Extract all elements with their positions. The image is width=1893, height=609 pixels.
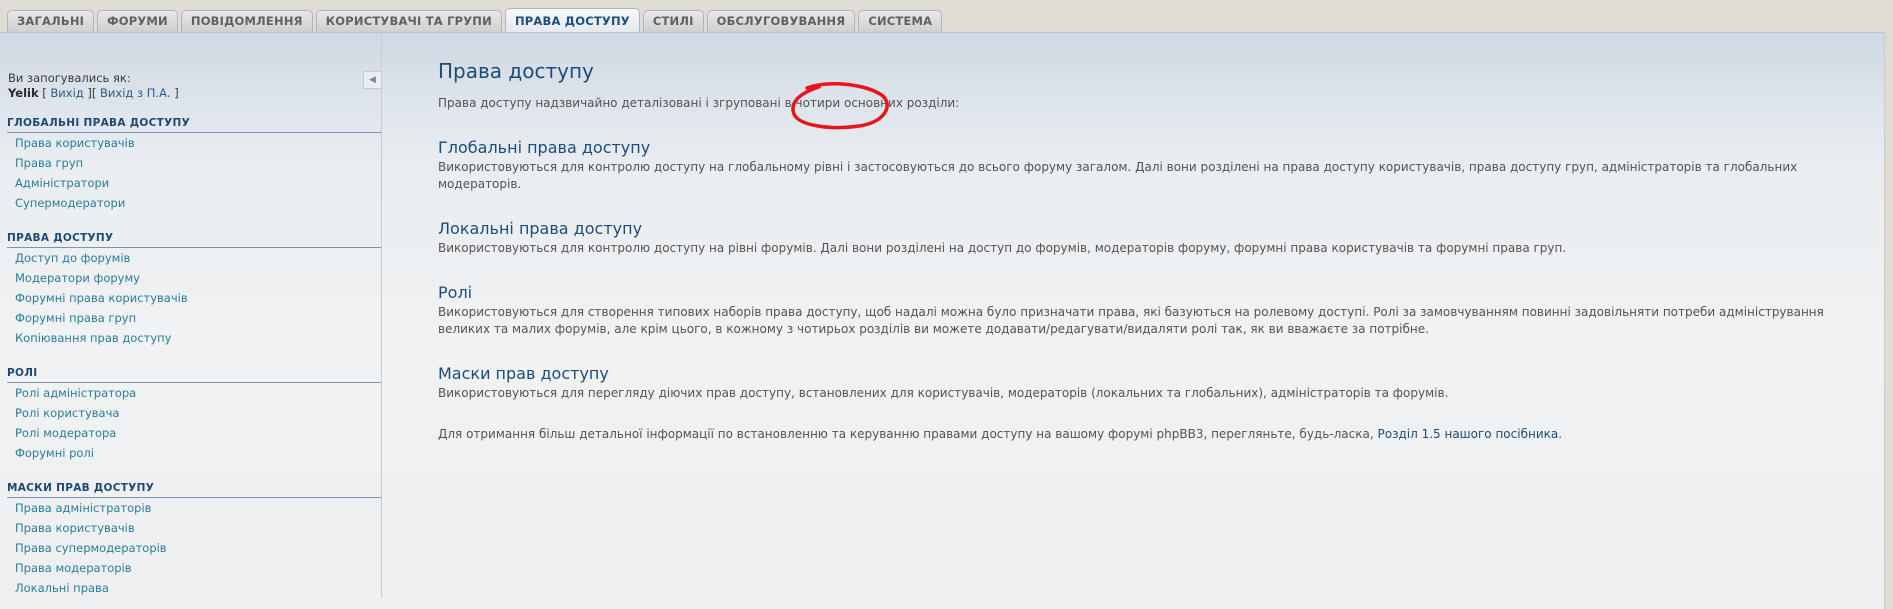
sidebar-item-forum-access[interactable]: Доступ до форумів bbox=[7, 248, 381, 268]
tab-posting[interactable]: ПОВІДОМЛЕННЯ bbox=[180, 10, 313, 32]
menu-group-title: ГЛОБАЛЬНІ ПРАВА ДОСТУПУ bbox=[7, 117, 381, 133]
username: Yelik bbox=[8, 86, 39, 100]
tab-bar: ЗАГАЛЬНІ ФОРУМИ ПОВІДОМЛЕННЯ КОРИСТУВАЧІ… bbox=[7, 8, 945, 32]
page-title: Права доступу bbox=[438, 59, 594, 83]
section-title-global: Глобальні права доступу bbox=[438, 138, 651, 157]
section-text-masks: Використовуються для перегляду діючих пр… bbox=[438, 386, 1449, 400]
login-line: Yelik [ Вихід ][ Вихід з П.А. ] bbox=[8, 86, 179, 100]
collapse-sidebar-icon[interactable]: ◀ bbox=[363, 71, 382, 89]
menu-group-permission-masks: МАСКИ ПРАВ ДОСТУПУ Права адміністраторів… bbox=[7, 482, 381, 598]
tab-maintenance[interactable]: ОБСЛУГОВУВАННЯ bbox=[706, 10, 856, 32]
content-panel: Ви запогувались як: Yelik [ Вихід ][ Вих… bbox=[0, 32, 1885, 609]
sidebar-item-forum-roles[interactable]: Форумні ролі bbox=[7, 443, 381, 463]
tab-forums[interactable]: ФОРУМИ bbox=[97, 10, 178, 32]
footer-text: Для отримання більш детальної інформації… bbox=[438, 426, 1858, 443]
sidebar-item-view-mod-permissions[interactable]: Права модераторів bbox=[7, 558, 381, 578]
section-text-local: Використовуються для контролю доступу на… bbox=[438, 241, 1567, 255]
menu-group-roles: РОЛІ Ролі адміністратора Ролі користувач… bbox=[7, 367, 381, 463]
sidebar-item-user-permissions[interactable]: Права користувачів bbox=[7, 133, 381, 153]
sidebar-item-global-moderators[interactable]: Супермодератори bbox=[7, 193, 381, 213]
tab-permissions[interactable]: ПРАВА ДОСТУПУ bbox=[504, 8, 640, 32]
section-title-roles: Ролі bbox=[438, 283, 473, 302]
sidebar-item-view-user-permissions[interactable]: Права користувачів bbox=[7, 518, 381, 538]
sidebar-item-forum-group-permissions[interactable]: Форумні права груп bbox=[7, 308, 381, 328]
sidebar: Ви запогувались як: Yelik [ Вихід ][ Вих… bbox=[0, 33, 382, 598]
menu-group-title: МАСКИ ПРАВ ДОСТУПУ bbox=[7, 482, 381, 498]
intro-text: Права доступу надзвичайно деталізовані і… bbox=[438, 96, 960, 110]
tab-styles[interactable]: СТИЛІ bbox=[642, 10, 704, 32]
sidebar-item-copy-permissions[interactable]: Копіювання прав доступу bbox=[7, 328, 381, 348]
menu-group-forum-permissions: ПРАВА ДОСТУПУ Доступ до форумів Модерато… bbox=[7, 232, 381, 348]
tab-users-groups[interactable]: КОРИСТУВАЧІ ТА ГРУПИ bbox=[315, 10, 502, 32]
menu-group-title: ПРАВА ДОСТУПУ bbox=[7, 232, 381, 248]
sidebar-item-administrators[interactable]: Адміністратори bbox=[7, 173, 381, 193]
logout-link[interactable]: Вихід bbox=[50, 86, 83, 100]
footer-text-end: . bbox=[1558, 427, 1563, 441]
sidebar-item-view-admin-permissions[interactable]: Права адміністраторів bbox=[7, 498, 381, 518]
sidebar-item-user-roles[interactable]: Ролі користувача bbox=[7, 403, 381, 423]
sidebar-item-view-global-mod-permissions[interactable]: Права супермодераторів bbox=[7, 538, 381, 558]
sidebar-item-moderator-roles[interactable]: Ролі модератора bbox=[7, 423, 381, 443]
menu-group-title: РОЛІ bbox=[7, 367, 381, 383]
sidebar-item-view-local-permissions[interactable]: Локальні права bbox=[7, 578, 381, 598]
logged-in-label: Ви запогувались як: bbox=[8, 71, 131, 85]
sidebar-item-forum-moderators[interactable]: Модератори форуму bbox=[7, 268, 381, 288]
section-text-global: Використовуються для контролю доступу на… bbox=[438, 160, 1798, 191]
guide-link[interactable]: Розділ 1.5 нашого посібника bbox=[1378, 427, 1559, 441]
section-title-masks: Маски прав доступу bbox=[438, 364, 609, 383]
tab-general[interactable]: ЗАГАЛЬНІ bbox=[7, 10, 95, 32]
logout-acp-link[interactable]: Вихід з П.А. bbox=[100, 86, 171, 100]
section-title-local: Локальні права доступу bbox=[438, 219, 643, 238]
sidebar-item-forum-user-permissions[interactable]: Форумні права користувачів bbox=[7, 288, 381, 308]
tab-system[interactable]: СИСТЕМА bbox=[858, 10, 943, 32]
sidebar-item-admin-roles[interactable]: Ролі адміністратора bbox=[7, 383, 381, 403]
menu-group-global-permissions: ГЛОБАЛЬНІ ПРАВА ДОСТУПУ Права користувач… bbox=[7, 117, 381, 213]
sidebar-item-group-permissions[interactable]: Права груп bbox=[7, 153, 381, 173]
section-text-roles: Використовуються для створення типових н… bbox=[438, 305, 1824, 336]
footer-text-body: Для отримання більш детальної інформації… bbox=[438, 427, 1374, 441]
